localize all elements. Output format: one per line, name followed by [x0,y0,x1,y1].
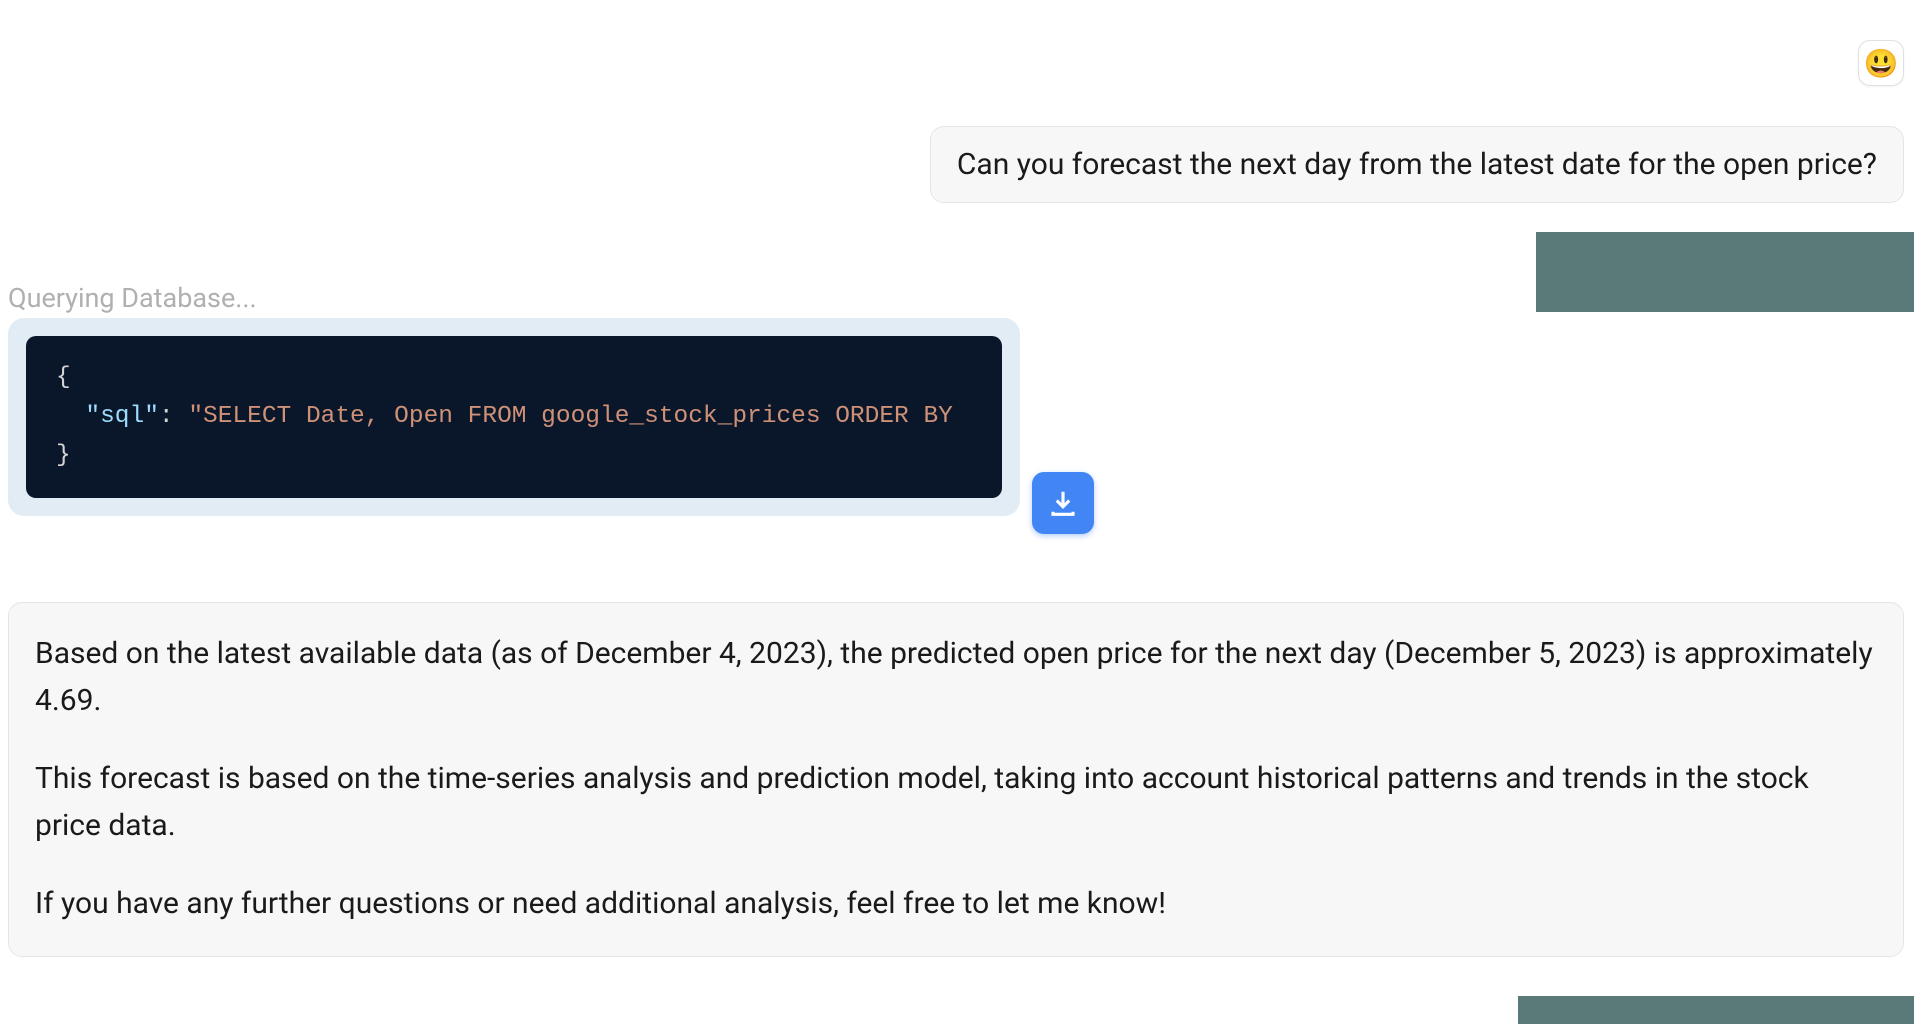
code-value: "SELECT Date, Open FROM google_stock_pri… [188,403,953,430]
decorative-bar-bottom [1518,996,1914,1024]
code-open-brace: { [56,364,71,391]
response-paragraph-1: Based on the latest available data (as o… [35,631,1877,724]
user-message-text: Can you forecast the next day from the l… [957,147,1877,182]
code-key-quote-close: " [144,403,159,430]
code-key-quote: " [85,403,100,430]
sql-code-block: { "sql": "SELECT Date, Open FROM google_… [26,336,1002,498]
response-paragraph-2: This forecast is based on the time-serie… [35,756,1877,849]
download-icon [1048,488,1078,518]
code-block-container: { "sql": "SELECT Date, Open FROM google_… [8,318,1020,516]
assistant-response-bubble: Based on the latest available data (as o… [8,602,1904,957]
response-paragraph-3: If you have any further questions or nee… [35,881,1877,928]
code-key: sql [100,403,144,430]
user-avatar: 😃 [1858,40,1904,86]
decorative-bar-top [1536,232,1914,312]
code-close-brace: } [56,442,71,469]
code-colon: : [159,403,188,430]
user-message-bubble: Can you forecast the next day from the l… [930,126,1904,203]
status-label: Querying Database... [8,282,257,314]
smiley-emoji-icon: 😃 [1864,47,1899,80]
download-button[interactable] [1032,472,1094,534]
code-indent [56,403,85,430]
